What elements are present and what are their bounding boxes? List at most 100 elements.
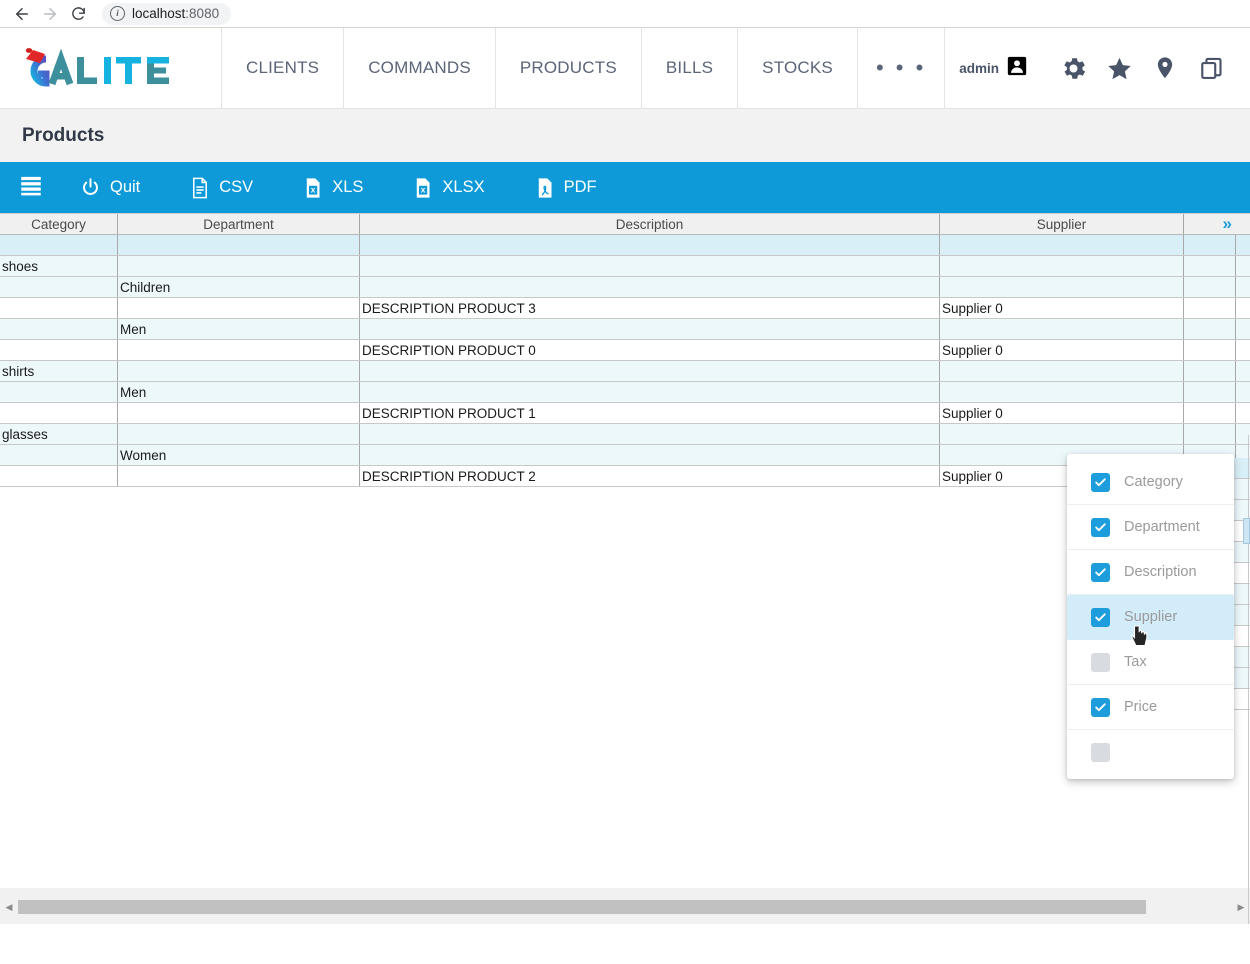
table-cell[interactable]: DESCRIPTION PRODUCT 3 xyxy=(360,298,940,318)
checkbox-checked-icon[interactable] xyxy=(1091,472,1110,492)
table-row[interactable] xyxy=(0,235,1250,256)
user-badge-icon[interactable] xyxy=(1006,55,1028,82)
table-cell[interactable]: Supplier 0 xyxy=(940,403,1184,423)
column-toggle-description[interactable]: Description xyxy=(1067,550,1234,595)
table-cell[interactable]: shoes xyxy=(0,256,118,276)
table-cell[interactable] xyxy=(1184,319,1236,339)
table-row[interactable]: Children xyxy=(0,277,1250,298)
table-cell[interactable] xyxy=(1184,298,1236,318)
checkbox-unchecked-icon[interactable] xyxy=(1091,652,1110,672)
grid-column-header-department[interactable]: Department xyxy=(118,214,360,234)
table-cell[interactable] xyxy=(1184,277,1236,297)
table-cell[interactable] xyxy=(360,445,940,465)
table-cell[interactable]: Supplier 0 xyxy=(940,340,1184,360)
table-cell[interactable] xyxy=(0,466,118,486)
toolbar-quit-button[interactable]: Quit xyxy=(62,162,158,213)
table-row[interactable]: DESCRIPTION PRODUCT 1 Supplier 0 xyxy=(0,403,1250,424)
table-cell[interactable]: DESCRIPTION PRODUCT 1 xyxy=(360,403,940,423)
table-row[interactable]: shirts xyxy=(0,361,1250,382)
horizontal-scrollbar[interactable]: ◀ ▶ xyxy=(0,887,1250,924)
table-row[interactable]: DESCRIPTION PRODUCT 2 Supplier 0 xyxy=(0,466,1250,487)
favorites-button[interactable] xyxy=(1096,45,1142,91)
hscroll-left-arrow[interactable]: ◀ xyxy=(1,900,17,914)
location-button[interactable] xyxy=(1142,45,1188,91)
checkbox-checked-icon[interactable] xyxy=(1091,607,1110,627)
nav-item-products[interactable]: PRODUCTS xyxy=(496,28,642,108)
table-cell[interactable] xyxy=(1184,340,1236,360)
table-row[interactable]: Men xyxy=(0,382,1250,403)
table-cell[interactable] xyxy=(360,235,940,255)
hscroll-right-arrow[interactable]: ▶ xyxy=(1233,900,1249,914)
toolbar-csv-button[interactable]: CSV xyxy=(172,162,271,213)
table-cell[interactable]: Children xyxy=(118,277,360,297)
table-cell[interactable]: Men xyxy=(118,382,360,402)
settings-button[interactable] xyxy=(1050,45,1096,91)
table-row[interactable]: Women xyxy=(0,445,1250,466)
table-row[interactable]: glasses xyxy=(0,424,1250,445)
hscroll-thumb[interactable] xyxy=(18,900,1146,914)
table-cell[interactable] xyxy=(118,424,360,444)
table-cell[interactable] xyxy=(1184,256,1236,276)
table-cell[interactable] xyxy=(118,361,360,381)
column-chooser-menu[interactable]: Category Department Description Supplier Tax… xyxy=(1067,454,1234,779)
table-cell[interactable] xyxy=(1184,361,1236,381)
nav-item-more[interactable]: • • • xyxy=(858,28,946,108)
browser-back-button[interactable] xyxy=(8,2,36,26)
table-cell[interactable] xyxy=(360,256,940,276)
table-cell[interactable] xyxy=(0,298,118,318)
grid-column-header-category[interactable]: Category xyxy=(0,214,118,234)
windows-button[interactable] xyxy=(1188,45,1234,91)
column-toggle-category[interactable]: Category xyxy=(1067,460,1234,505)
table-cell[interactable]: DESCRIPTION PRODUCT 2 xyxy=(360,466,940,486)
table-cell[interactable] xyxy=(0,445,118,465)
table-cell[interactable]: shirts xyxy=(0,361,118,381)
table-cell[interactable] xyxy=(1184,235,1236,255)
table-cell[interactable] xyxy=(360,277,940,297)
nav-item-stocks[interactable]: STOCKS xyxy=(738,28,858,108)
grid-column-header-description[interactable]: Description xyxy=(360,214,940,234)
column-toggle-tax[interactable]: Tax xyxy=(1067,640,1234,685)
table-cell[interactable]: Men xyxy=(118,319,360,339)
table-cell[interactable] xyxy=(940,382,1184,402)
table-cell[interactable] xyxy=(1184,424,1236,444)
checkbox-checked-icon[interactable] xyxy=(1091,562,1110,582)
checkbox-checked-icon[interactable] xyxy=(1091,517,1110,537)
column-toggle-supplier[interactable]: Supplier xyxy=(1067,595,1234,640)
column-toggle-blank-6[interactable] xyxy=(1067,730,1234,775)
toolbar-menu-button[interactable] xyxy=(0,162,62,213)
table-cell[interactable] xyxy=(940,361,1184,381)
table-cell[interactable] xyxy=(118,256,360,276)
site-info-icon[interactable]: i xyxy=(110,6,125,21)
table-cell[interactable] xyxy=(360,382,940,402)
table-cell[interactable] xyxy=(1184,382,1236,402)
table-cell[interactable] xyxy=(118,340,360,360)
toolbar-pdf-button[interactable]: PDF xyxy=(517,162,615,213)
column-toggle-department[interactable]: Department xyxy=(1067,505,1234,550)
toolbar-xls-button[interactable]: x XLS xyxy=(285,162,381,213)
checkbox-checked-icon[interactable] xyxy=(1091,697,1110,717)
table-cell[interactable] xyxy=(0,277,118,297)
browser-reload-button[interactable] xyxy=(64,2,92,26)
app-logo[interactable] xyxy=(0,28,222,108)
table-cell[interactable] xyxy=(118,235,360,255)
checkbox-unchecked-icon[interactable] xyxy=(1091,743,1110,762)
table-cell[interactable] xyxy=(118,403,360,423)
table-cell[interactable] xyxy=(0,403,118,423)
toolbar-xlsx-button[interactable]: x XLSX xyxy=(395,162,502,213)
grid-column-expander[interactable]: » xyxy=(1184,214,1236,234)
table-cell[interactable] xyxy=(940,424,1184,444)
table-cell[interactable] xyxy=(1184,403,1236,423)
table-cell[interactable] xyxy=(360,361,940,381)
table-cell[interactable]: Women xyxy=(118,445,360,465)
table-row[interactable]: DESCRIPTION PRODUCT 3 Supplier 0 xyxy=(0,298,1250,319)
grid-column-header-supplier[interactable]: Supplier xyxy=(940,214,1184,234)
table-cell[interactable]: Supplier 0 xyxy=(940,298,1184,318)
table-cell[interactable] xyxy=(940,319,1184,339)
table-row[interactable]: Men xyxy=(0,319,1250,340)
table-cell[interactable] xyxy=(940,256,1184,276)
nav-item-commands[interactable]: COMMANDS xyxy=(344,28,496,108)
table-cell[interactable] xyxy=(118,298,360,318)
table-cell[interactable] xyxy=(360,319,940,339)
table-cell[interactable] xyxy=(0,235,118,255)
table-cell[interactable]: DESCRIPTION PRODUCT 0 xyxy=(360,340,940,360)
